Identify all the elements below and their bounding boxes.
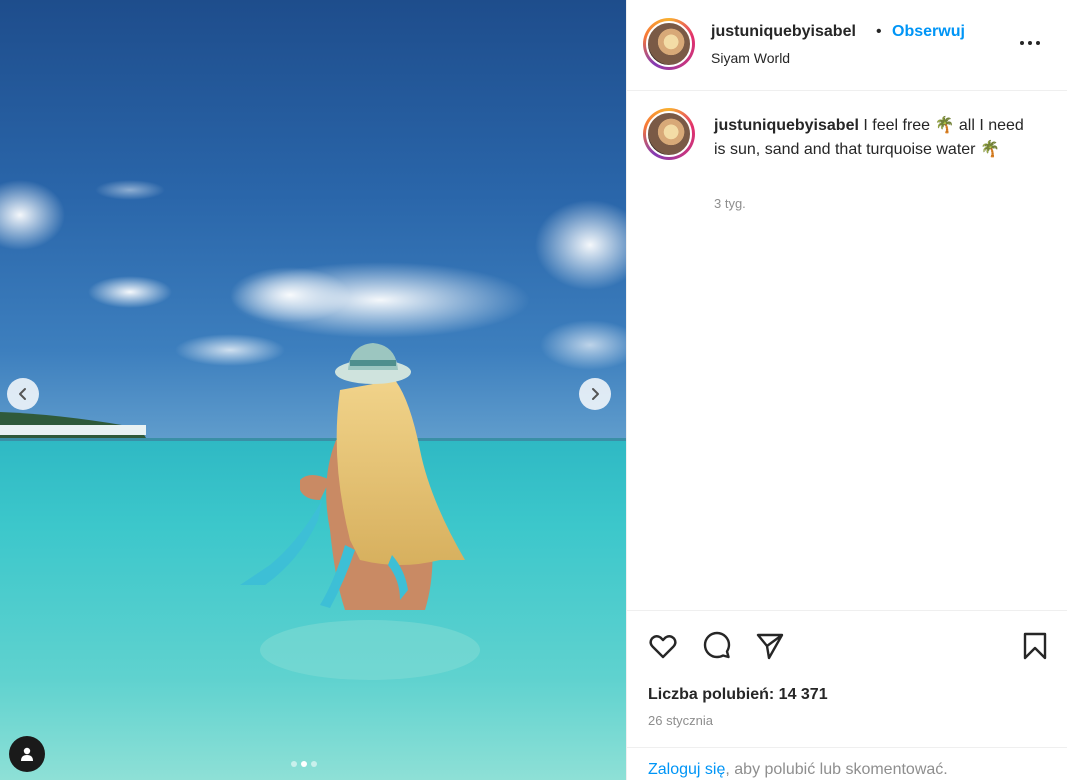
post-sidebar: justuniquebyisabel • Obserwuj Siyam Worl… <box>626 0 1067 780</box>
author-username[interactable]: justuniquebyisabel <box>711 23 856 41</box>
caption-text-block: justuniquebyisabel I feel free 🌴 all I n… <box>714 114 1034 162</box>
chevron-right-icon <box>592 388 599 400</box>
follow-button[interactable]: Obserwuj <box>892 23 965 41</box>
tagged-users-button[interactable] <box>9 736 45 772</box>
comment-icon[interactable] <box>702 631 732 661</box>
carousel-dot <box>311 761 317 767</box>
login-prompt: Zaloguj się, aby polubić lub skomentować… <box>627 747 1067 780</box>
login-prompt-text: Zaloguj się, aby polubić lub skomentować… <box>648 761 948 779</box>
login-link[interactable]: Zaloguj się <box>648 761 725 778</box>
carousel-dot-active <box>301 761 307 767</box>
caption-username[interactable]: justuniquebyisabel <box>714 117 859 134</box>
previous-slide-button[interactable] <box>7 378 39 410</box>
heart-icon[interactable] <box>648 631 678 661</box>
location-link[interactable]: Siyam World <box>711 50 790 66</box>
next-slide-button[interactable] <box>579 378 611 410</box>
separator-dot: • <box>876 23 882 40</box>
author-avatar[interactable] <box>643 18 695 70</box>
post-header: justuniquebyisabel • Obserwuj Siyam Worl… <box>627 0 1067 91</box>
post-media <box>0 0 626 780</box>
chevron-left-icon <box>19 388 26 400</box>
bookmark-icon[interactable] <box>1020 631 1050 661</box>
caption-timestamp[interactable]: 3 tyg. <box>714 196 746 211</box>
post-actions: Liczba polubień: 14 371 26 stycznia <box>627 610 1067 747</box>
beach-photo <box>0 180 626 780</box>
send-icon[interactable] <box>755 631 785 661</box>
caption-avatar[interactable] <box>643 108 695 160</box>
likes-count[interactable]: Liczba polubień: 14 371 <box>648 686 828 704</box>
post-date: 26 stycznia <box>648 713 714 728</box>
more-options-icon[interactable] <box>1020 35 1044 51</box>
carousel-dot <box>291 761 297 767</box>
login-prompt-rest: , aby polubić lub skomentować. <box>725 761 948 778</box>
user-tag-icon <box>21 747 33 761</box>
carousel-indicator <box>291 761 317 767</box>
